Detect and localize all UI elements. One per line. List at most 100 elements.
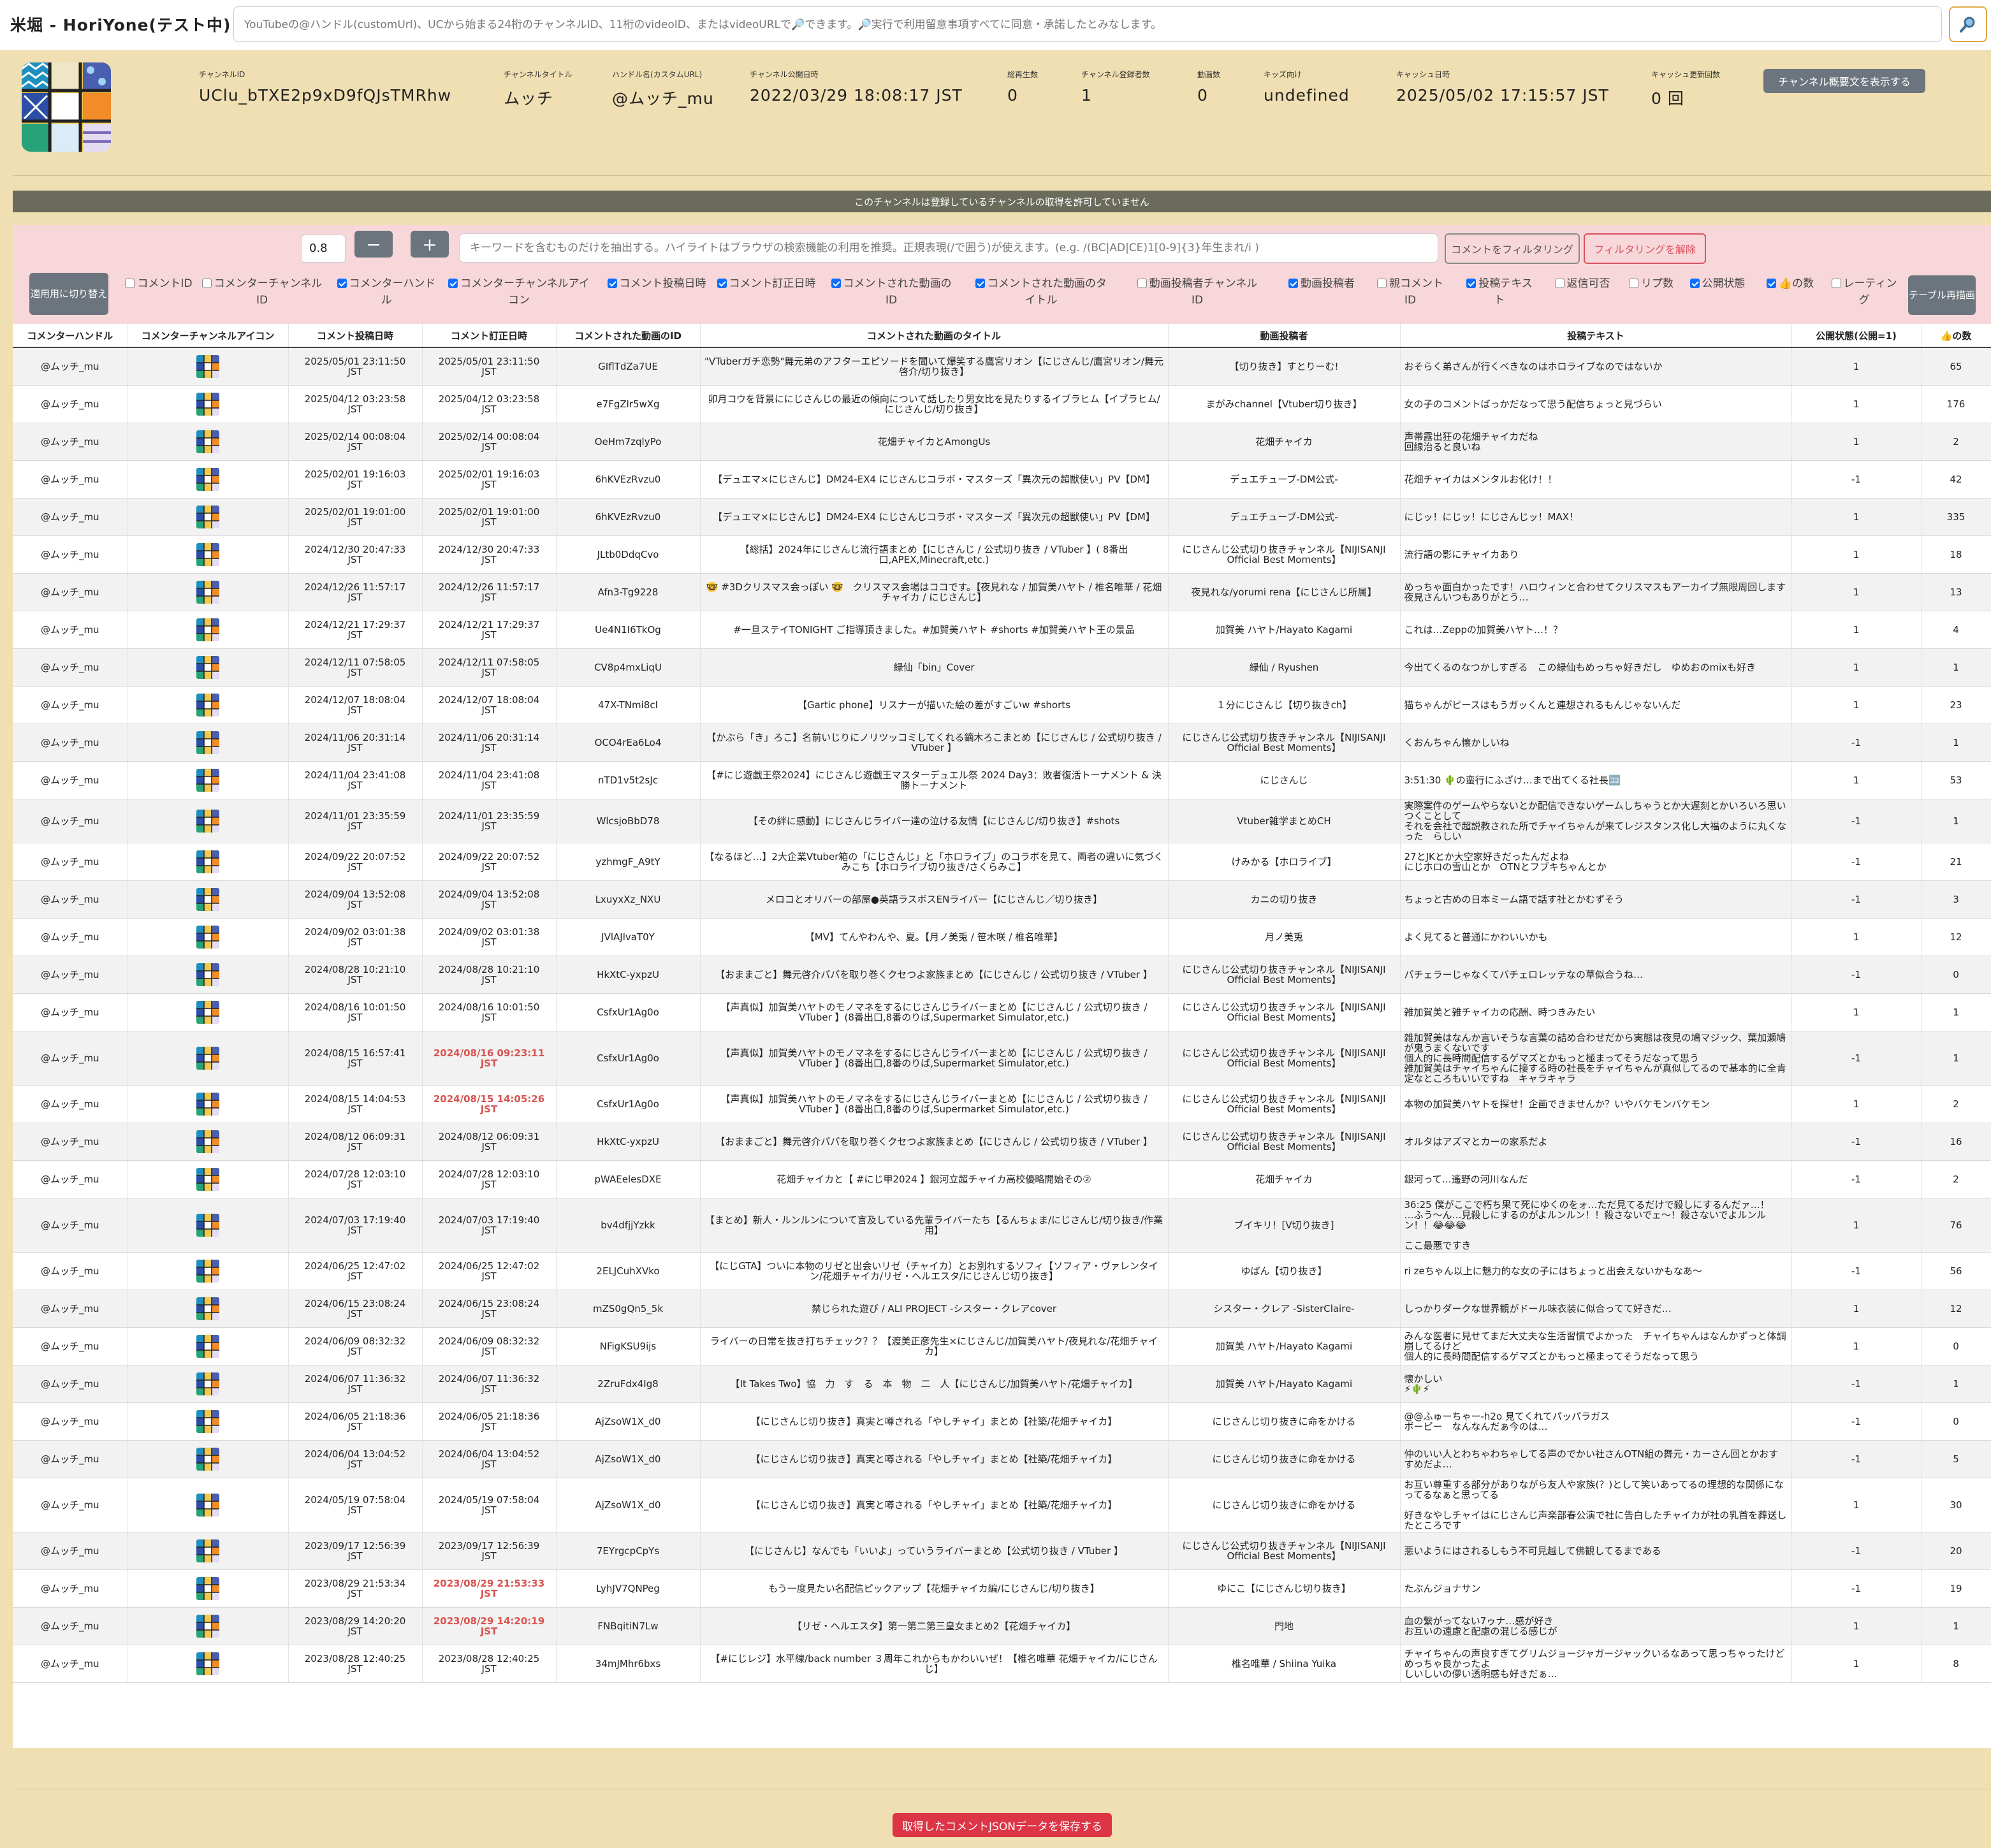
redraw-table-button[interactable]: テーブル再描画 — [1908, 275, 1976, 315]
column-checkbox[interactable] — [125, 279, 135, 288]
cell-video-title[interactable]: 【デュエマ×にじさんじ】DM24-EX4 にじさんじコラボ・マスターズ「異次元の… — [700, 498, 1169, 536]
cell-video-id[interactable]: GIflTdZa7UE — [556, 347, 701, 386]
column-checkbox[interactable] — [1377, 279, 1387, 288]
commenter-avatar-icon[interactable] — [196, 354, 219, 378]
keyword-filter-input[interactable]: キーワードを含むものだけを抽出する。ハイライトはブラウザの検索機能の利用を推奨。… — [459, 233, 1438, 263]
cell-video-id[interactable]: e7FgZlr5wXg — [556, 385, 701, 423]
commenter-avatar-icon[interactable] — [196, 1493, 219, 1517]
column-header[interactable]: コメントされた動画のID — [556, 324, 701, 348]
commenter-avatar-icon[interactable] — [196, 1092, 219, 1116]
column-toggle[interactable]: コメント投稿日時 — [606, 275, 708, 292]
cell-video-id[interactable]: CsfxUr1Ag0o — [556, 1085, 701, 1123]
cell-video-title[interactable]: 【声真似】加賀美ハヤトのモノマネをするにじさんじライバーまとめ【にじさんじ / … — [700, 1031, 1169, 1086]
cell-video-id[interactable]: WlcsjoBbD78 — [556, 799, 701, 843]
column-checkbox[interactable] — [1288, 279, 1298, 288]
column-header[interactable]: 動画投稿者 — [1168, 324, 1401, 348]
cell-video-title[interactable]: 【なるほど…】2大企業Vtuber箱の「にじさんじ」と「ホロライブ」のコラボを見… — [700, 843, 1169, 881]
column-toggle[interactable]: コメンターチャンネルアイコン — [446, 275, 592, 309]
column-checkbox[interactable] — [1137, 279, 1147, 288]
cell-video-id[interactable]: 6hKVEzRvzu0 — [556, 498, 701, 536]
commenter-avatar-icon[interactable] — [196, 1409, 219, 1433]
cell-video-id[interactable]: 7EYrgcpCpYs — [556, 1532, 701, 1570]
cell-video-id[interactable]: OCO4rEa6Lo4 — [556, 724, 701, 762]
cell-video-id[interactable]: mZS0gQn5_5k — [556, 1290, 701, 1328]
commenter-avatar-icon[interactable] — [196, 580, 219, 604]
commenter-avatar-icon[interactable] — [196, 1614, 219, 1638]
zoom-input[interactable]: 0.8 — [301, 235, 346, 263]
cell-video-title[interactable]: 【かぶら「き」ろこ】名前いじりにノリツッコミしてくれる鏑木ろこまとめ【にじさんじ… — [700, 724, 1169, 762]
cell-video-title[interactable]: "VTuberガチ恋勢"舞元弟のアフターエピソードを聞いて爆笑する鷹宮リオン【に… — [700, 347, 1169, 386]
cell-video-title[interactable]: 緑仙「bin」Cover — [700, 648, 1169, 687]
cell-video-title[interactable]: 【おままごと】舞元啓介パパを取り巻くクセつよ家族まとめ【にじさんじ / 公式切り… — [700, 1123, 1169, 1161]
cell-video-title[interactable]: もう一度見たい名配信ピックアップ【花畑チャイカ編/にじさんじ/切り抜き】 — [700, 1569, 1169, 1608]
column-checkbox[interactable] — [1554, 279, 1564, 288]
column-toggle[interactable]: コメントされた動画のタイトル — [970, 275, 1112, 309]
column-toggle[interactable]: コメンターチャンネルID — [201, 275, 323, 309]
cell-video-title[interactable]: 【総括】2024年にじさんじ流行語まとめ【にじさんじ / 公式切り抜き / VT… — [700, 535, 1169, 574]
column-header[interactable]: コメント投稿日時 — [288, 324, 423, 348]
commenter-avatar-icon[interactable] — [196, 731, 219, 754]
cell-video-id[interactable]: 6hKVEzRvzu0 — [556, 460, 701, 498]
cell-video-title[interactable]: 🤓 #3Dクリスマス会っぽい 🤓 クリスマス会場はココです。【夜見れな / 加賀… — [700, 573, 1169, 611]
zoom-in-button[interactable]: + — [411, 231, 449, 258]
commenter-avatar-icon[interactable] — [196, 809, 219, 833]
column-header[interactable]: コメンターハンドル — [13, 324, 128, 348]
cell-video-id[interactable]: LxuyxXz_NXU — [556, 880, 701, 919]
cell-video-id[interactable]: CsfxUr1Ag0o — [556, 1031, 701, 1086]
commenter-avatar-icon[interactable] — [196, 925, 219, 949]
column-toggle[interactable]: 投稿テキスト — [1461, 275, 1538, 309]
cell-video-title[interactable]: 【デュエマ×にじさんじ】DM24-EX4 にじさんじコラボ・マスターズ「異次元の… — [700, 460, 1169, 498]
commenter-avatar-icon[interactable] — [196, 1576, 219, 1600]
commenter-avatar-icon[interactable] — [196, 1259, 219, 1283]
cell-video-id[interactable]: CsfxUr1Ag0o — [556, 993, 701, 1031]
cell-video-id[interactable]: LyhJV7QNPeg — [556, 1569, 701, 1608]
column-toggle[interactable]: 返信可否 — [1550, 275, 1614, 292]
column-checkbox[interactable] — [337, 279, 347, 288]
cell-video-title[interactable]: 【にじGTA】ついに本物のリゼと出会いリゼ（チャイカ）とお別れするソフィ【ソフィ… — [700, 1252, 1169, 1290]
column-checkbox[interactable] — [201, 279, 212, 288]
cell-video-id[interactable]: yzhmgF_A9tY — [556, 843, 701, 881]
cell-video-id[interactable]: NFigKSU9ijs — [556, 1327, 701, 1365]
cell-video-id[interactable]: Afn3-Tg9228 — [556, 573, 701, 611]
cell-video-title[interactable]: 【おままごと】舞元啓介パパを取り巻くクセつよ家族まとめ【にじさんじ / 公式切り… — [700, 956, 1169, 994]
cell-video-title[interactable]: 花畑チャイカと【 #にじ甲2024 】銀河立超チャイカ高校優略開始その② — [700, 1160, 1169, 1198]
filter-comments-button[interactable]: コメントをフィルタリング — [1445, 233, 1580, 264]
cell-video-title[interactable]: 【#にじ遊戯王祭2024】にじさんじ遊戯王マスターデュエル祭 2024 Day3… — [700, 761, 1169, 799]
cell-video-title[interactable]: 【にじさんじ】なんでも「いいよ」っていうライバーまとめ【公式切り抜き / VTu… — [700, 1532, 1169, 1570]
cell-video-id[interactable]: JLtb0DdqCvo — [556, 535, 701, 574]
cell-video-id[interactable]: 47X-TNmi8cI — [556, 686, 701, 724]
commenter-avatar-icon[interactable] — [196, 1447, 219, 1471]
column-toggle[interactable]: 動画投稿者チャンネルID — [1134, 275, 1261, 309]
column-toggle[interactable]: レーティング — [1828, 275, 1900, 309]
commenter-avatar-icon[interactable] — [196, 768, 219, 792]
switch-mode-button[interactable]: 適用用に切り替え — [29, 273, 108, 315]
column-header[interactable]: 👍の数 — [1921, 324, 1991, 348]
column-toggle[interactable]: コメント訂正日時 — [715, 275, 817, 292]
cell-video-id[interactable]: bv4dfjjYzkk — [556, 1198, 701, 1253]
cell-video-title[interactable]: 【にじさんじ切り抜き】真実と噂される「やしチャイ」まとめ【社築/花畑チャイカ】 — [700, 1402, 1169, 1441]
commenter-avatar-icon[interactable] — [196, 1167, 219, 1191]
cell-video-id[interactable]: 34mJMhr6bxs — [556, 1645, 701, 1683]
cell-video-id[interactable]: HkXtC-yxpzU — [556, 1123, 701, 1161]
cell-video-title[interactable]: ライバーの日常を抜き打ちチェック？？【渡美正彦先生×にじさんじ/加賀美ハヤト/夜… — [700, 1327, 1169, 1365]
cell-video-id[interactable]: 2ZruFdx4Ig8 — [556, 1365, 701, 1403]
column-toggle[interactable]: 動画投稿者 — [1283, 275, 1360, 292]
column-toggle[interactable]: コメンターハンドル — [335, 275, 437, 309]
commenter-avatar-icon[interactable] — [196, 618, 219, 641]
zoom-out-button[interactable]: − — [354, 231, 393, 258]
cell-video-title[interactable]: メロコとオリバーの部屋●英語ラスボスENライバー【にじさんじ／切り抜き】 — [700, 880, 1169, 919]
cell-video-title[interactable]: #一旦ステイTONIGHT ご指導頂きました。#加賀美ハヤト #shorts #… — [700, 611, 1169, 649]
column-toggle[interactable]: 👍の数 — [1761, 275, 1819, 292]
cell-video-id[interactable]: AjZsoW1X_d0 — [556, 1440, 701, 1478]
cell-video-id[interactable]: nTD1v5t2sJc — [556, 761, 701, 799]
cell-video-title[interactable]: 【MV】てんやわんや、夏。【月ノ美兎 / 笹木咲 / 椎名唯華】 — [700, 918, 1169, 956]
cell-video-id[interactable]: HkXtC-yxpzU — [556, 956, 701, 994]
column-checkbox[interactable] — [1466, 279, 1477, 288]
column-checkbox[interactable] — [831, 279, 841, 288]
cell-video-id[interactable]: Ue4N1I6TkOg — [556, 611, 701, 649]
cell-video-title[interactable]: 【声真似】加賀美ハヤトのモノマネをするにじさんじライバーまとめ【にじさんじ / … — [700, 993, 1169, 1031]
search-input[interactable]: YouTubeの@ハンドル(customUrl)、UCから始まる24桁のチャンネ… — [233, 6, 1942, 42]
commenter-avatar-icon[interactable] — [196, 1297, 219, 1320]
column-toggle[interactable]: コメントID — [124, 275, 194, 292]
column-toggle[interactable]: コメントされた動画のID — [828, 275, 955, 309]
